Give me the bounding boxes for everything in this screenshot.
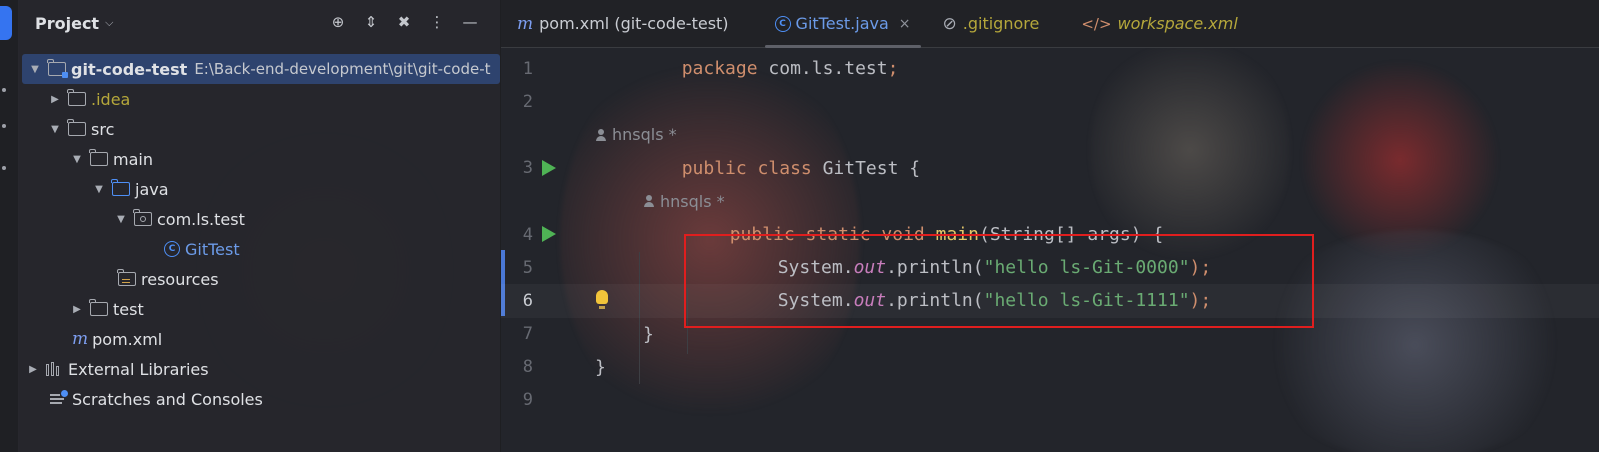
tree-item-label: test [113,299,144,319]
library-icon [46,362,62,376]
chevron-down-icon[interactable]: ▼ [114,212,128,226]
locate-icon[interactable]: ⊕ [328,12,348,32]
editor-area: m pom.xml (git-code-test) C GitTest.java… [501,0,1599,452]
stripe-icon[interactable] [2,88,6,92]
tree-item-label: java [135,179,169,199]
line-number: 3 [522,158,533,179]
chevron-down-icon[interactable]: ⌵ [105,16,113,30]
line-number: 2 [522,91,533,112]
close-icon[interactable]: × [899,16,911,32]
tab-label: .gitignore [962,14,1040,33]
red-highlight-box [684,234,1314,328]
folder-icon [67,119,86,136]
expand-all-icon[interactable]: ⇕ [361,12,381,32]
chevron-down-icon[interactable]: ▼ [70,152,84,166]
chevron-down-icon[interactable]: ▼ [48,122,62,136]
tree-item-label: pom.xml [92,329,163,349]
code-line[interactable]: 9 [501,384,1599,417]
source-folder-icon [111,179,130,196]
tree-item-label: Scratches and Consoles [72,389,263,409]
tree-item-label: com.ls.test [157,209,245,229]
tab-workspace-xml[interactable]: </> workspace.xml [1065,0,1253,47]
tab-label: pom.xml (git-code-test) [539,14,729,33]
tree-item-test[interactable]: ▶ test [18,294,500,324]
maven-icon: m [72,329,89,349]
lightbulb-icon[interactable] [596,290,608,310]
code-line[interactable]: 8 } [501,351,1599,384]
class-icon: C [164,241,180,257]
hide-icon[interactable]: — [460,12,480,32]
tree-item-label: main [113,149,153,169]
tab-label: workspace.xml [1117,14,1238,33]
tree-item-label: .idea [91,89,131,109]
line-number: 8 [522,357,533,378]
code-text: GitTest { [811,157,921,179]
chevron-down-icon[interactable]: ▼ [92,182,106,196]
tree-item-label: GitTest [185,239,240,259]
tree-item-resources[interactable]: resources [18,264,500,294]
semicolon: ; [887,58,899,80]
class-icon: C [774,15,791,32]
module-folder-icon [47,59,68,78]
scratches-icon [50,390,68,406]
tree-item-src[interactable]: ▼ src [18,114,500,144]
keyword: public class [681,157,812,179]
line-number: 9 [522,390,533,411]
more-options-icon[interactable]: ⋮ [427,12,447,32]
tree-item-package[interactable]: ▼ com.ls.test [18,204,500,234]
stripe-icon[interactable] [2,124,6,128]
tree-item-label: git-code-test [71,59,188,79]
project-tool-button[interactable] [0,6,12,40]
code-line[interactable]: 2 [501,85,1599,118]
code-line[interactable]: 3 public class GitTest { [501,152,1599,185]
chevron-right-icon[interactable]: ▶ [26,362,40,376]
tree-item-java[interactable]: ▼ java [18,174,500,204]
tree-item-label: src [91,119,115,139]
tab-gitignore[interactable]: ⊘ .gitignore [927,0,1056,47]
tree-item-label: External Libraries [68,359,209,379]
code-text: } [643,323,654,345]
folder-icon [89,149,108,166]
project-panel: Project ⌵ ⊕ ⇕ ✖ ⋮ — ▼ git-code-test E:\B… [18,0,501,452]
tree-item-gittest[interactable]: C GitTest [18,234,500,264]
tool-window-stripe [0,0,19,452]
tree-item-main[interactable]: ▼ main [18,144,500,174]
project-title[interactable]: Project [35,14,99,33]
project-path: E:\Back-end-development\git\git-code-t [194,60,491,78]
run-icon[interactable] [542,225,556,242]
tree-item-label: resources [141,269,219,289]
tree-item-pom[interactable]: m pom.xml [18,324,500,354]
project-tree: ▼ git-code-test E:\Back-end-development\… [18,54,500,414]
code-text: } [595,356,606,378]
chevron-right-icon[interactable]: ▶ [70,302,84,316]
collapse-all-icon[interactable]: ✖ [394,12,414,32]
folder-icon [89,299,108,316]
package-icon [133,209,152,226]
tree-item-git-code-test[interactable]: ▼ git-code-test E:\Back-end-development\… [22,54,500,84]
code-line[interactable]: 1 package com.ls.test; [501,52,1599,85]
keyword: package [681,58,758,80]
resources-folder-icon [117,269,136,286]
project-toolbar: ⊕ ⇕ ✖ ⋮ — [328,12,480,32]
maven-icon: m [517,13,534,34]
chevron-right-icon[interactable]: ▶ [48,92,62,106]
line-number: 6 [522,290,533,311]
chevron-down-icon[interactable]: ▼ [28,62,42,76]
tab-label: GitTest.java [795,14,889,33]
tree-item-scratches[interactable]: Scratches and Consoles [18,384,500,414]
stripe-icon[interactable] [2,166,6,170]
project-panel-header: Project ⌵ ⊕ ⇕ ✖ ⋮ — [18,0,500,46]
line-number: 4 [522,224,533,245]
line-number: 7 [522,324,533,345]
tree-item-idea[interactable]: ▶ .idea [18,84,500,114]
tree-item-external-libraries[interactable]: ▶ External Libraries [18,354,500,384]
line-number: 1 [522,58,533,79]
line-number: 5 [522,257,533,278]
folder-icon [67,89,86,106]
run-icon[interactable] [542,159,556,176]
code-text: com.ls.test [757,58,888,80]
ignore-icon: ⊘ [942,13,957,34]
xml-icon: </> [1081,14,1112,33]
